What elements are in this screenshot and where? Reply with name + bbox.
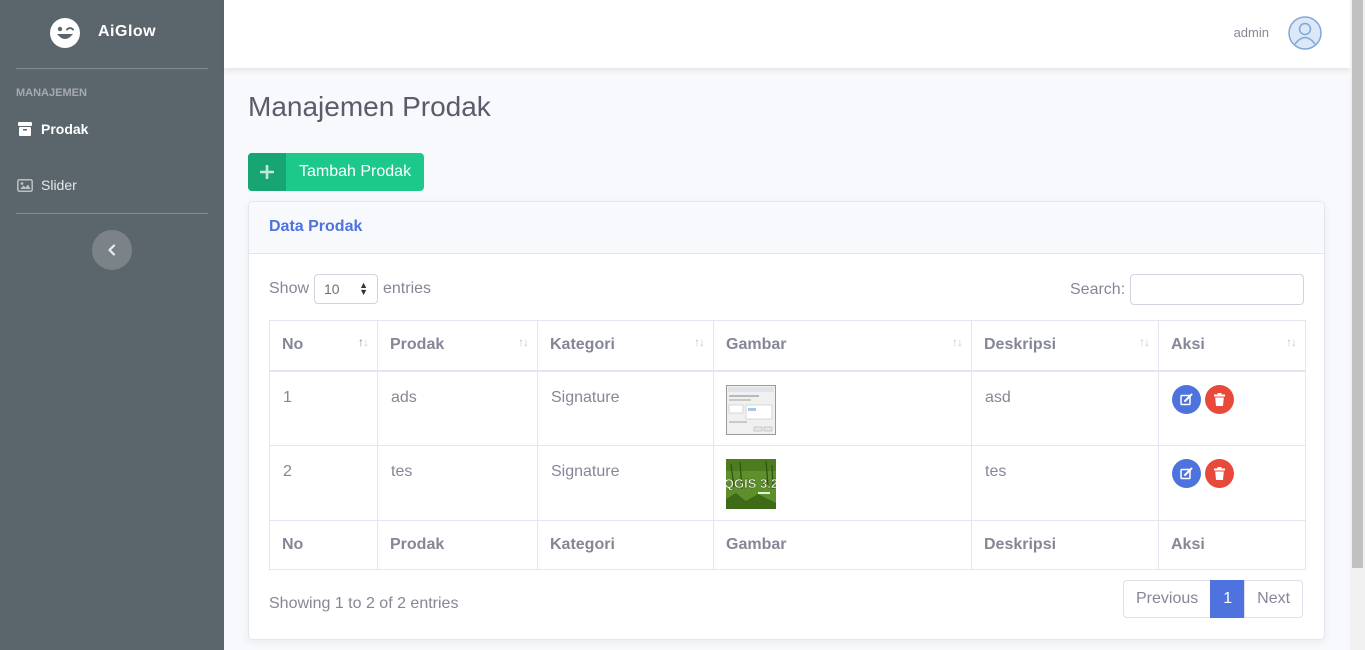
add-product-label: Tambah Prodak (299, 163, 412, 180)
product-thumbnail-qgis[interactable]: QGIS 3.2 (726, 459, 776, 509)
delete-button[interactable] (1205, 459, 1234, 488)
brand[interactable]: AiGlow (0, 0, 224, 68)
search-input[interactable] (1130, 274, 1304, 305)
box-icon (16, 120, 34, 138)
edit-button[interactable] (1172, 459, 1201, 488)
sidebar-item-label: Slider (41, 177, 77, 193)
data-card: Data Prodak Show 10 ▲ ▼ entries Search: N… (248, 201, 1325, 640)
cell-kategori: Signature (537, 445, 714, 521)
user-name[interactable]: admin (1234, 25, 1269, 40)
next-page-button[interactable]: Next (1244, 580, 1304, 618)
table-row: 1 ads Signature asd (269, 370, 1306, 446)
page-scrollbar[interactable] (1350, 0, 1365, 650)
chevron-left-icon (108, 244, 116, 256)
sort-icon: ↑↓ (358, 335, 369, 349)
sidebar-item-label: Prodak (41, 121, 89, 137)
column-header-aksi[interactable]: Aksi ↑↓ (1158, 320, 1306, 372)
page-length-value: 10 (324, 281, 340, 297)
edit-icon (1180, 393, 1193, 405)
footer-prodak: Prodak (377, 520, 538, 570)
cell-no: 2 (269, 445, 378, 521)
sort-icon: ↑↓ (518, 335, 529, 349)
show-label: Show (269, 280, 310, 297)
product-table: No ↑↓ Prodak ↑↓ Kategori ↑↓ Gambar ↑↓ Deskri… (269, 320, 1306, 570)
cell-prodak: ads (377, 370, 538, 446)
search-label: Search: (1070, 281, 1126, 298)
sidebar-toggle-button[interactable] (92, 230, 132, 270)
column-header-kategori[interactable]: Kategori ↑↓ (537, 320, 714, 372)
column-header-gambar[interactable]: Gambar ↑↓ (713, 320, 972, 372)
cell-no: 1 (269, 370, 378, 446)
cell-kategori: Signature (537, 370, 714, 446)
cell-aksi (1158, 445, 1306, 521)
cell-deskripsi: asd (971, 370, 1159, 446)
sort-icon: ↑↓ (952, 335, 963, 349)
edit-icon (1180, 467, 1193, 480)
cell-gambar (713, 370, 972, 446)
user-avatar-icon[interactable] (1288, 16, 1322, 50)
pagination: Previous 1 Next (1123, 580, 1304, 618)
select-caret-icon: ▲ ▼ (359, 280, 368, 297)
page-title: Manajemen Prodak (248, 91, 491, 122)
topbar: admin (224, 0, 1350, 68)
table-header-row: No ↑↓ Prodak ↑↓ Kategori ↑↓ Gambar ↑↓ Deskri… (269, 320, 1306, 372)
table-info: Showing 1 to 2 of 2 entries (269, 595, 459, 612)
footer-no: No (269, 520, 378, 570)
trash-icon (1214, 467, 1225, 480)
table-footer-row: No Prodak Kategori Gambar Deskripsi Aksi (269, 520, 1306, 570)
sort-icon: ↑↓ (1286, 335, 1297, 349)
trash-icon (1214, 392, 1225, 406)
cell-aksi (1158, 370, 1306, 446)
footer-aksi: Aksi (1158, 520, 1306, 570)
footer-gambar: Gambar (713, 520, 972, 570)
sidebar-divider (16, 213, 208, 214)
add-product-button[interactable]: Tambah Prodak (248, 153, 425, 191)
delete-button[interactable] (1205, 384, 1234, 414)
sidebar: AiGlow MANAJEMEN Prodak Slider (0, 0, 224, 650)
sidebar-item-prodak[interactable]: Prodak (16, 117, 208, 141)
sidebar-item-slider[interactable]: Slider (16, 173, 208, 197)
page-1-button[interactable]: 1 (1210, 580, 1246, 618)
sort-icon: ↑↓ (1139, 335, 1150, 349)
footer-deskripsi: Deskripsi (971, 520, 1159, 570)
card-title: Data Prodak (249, 202, 1324, 254)
table-row: 2 tes Signature QGIS 3.2 tes (269, 445, 1306, 521)
previous-page-button[interactable]: Previous (1123, 580, 1212, 618)
footer-kategori: Kategori (537, 520, 714, 570)
cell-prodak: tes (377, 445, 538, 521)
column-header-deskripsi[interactable]: Deskripsi ↑↓ (971, 320, 1159, 372)
sort-icon: ↑↓ (694, 335, 705, 349)
plus-icon (248, 153, 286, 191)
sidebar-divider (16, 68, 208, 69)
laugh-wink-icon (50, 18, 80, 48)
entries-label: entries (383, 280, 432, 297)
edit-button[interactable] (1172, 384, 1201, 414)
brand-name: AiGlow (98, 23, 157, 40)
product-thumbnail-screenshot[interactable] (726, 384, 776, 435)
cell-deskripsi: tes (971, 445, 1159, 521)
column-header-no[interactable]: No ↑↓ (269, 320, 378, 372)
column-header-prodak[interactable]: Prodak ↑↓ (377, 320, 538, 372)
svg-text:QGIS 3.2: QGIS 3.2 (726, 476, 776, 491)
scrollbar-thumb[interactable] (1352, 0, 1363, 568)
page-length-select[interactable]: 10 ▲ ▼ (314, 274, 378, 304)
cell-gambar: QGIS 3.2 (713, 445, 972, 521)
sidebar-heading: MANAJEMEN (16, 87, 87, 99)
image-icon (16, 176, 34, 194)
